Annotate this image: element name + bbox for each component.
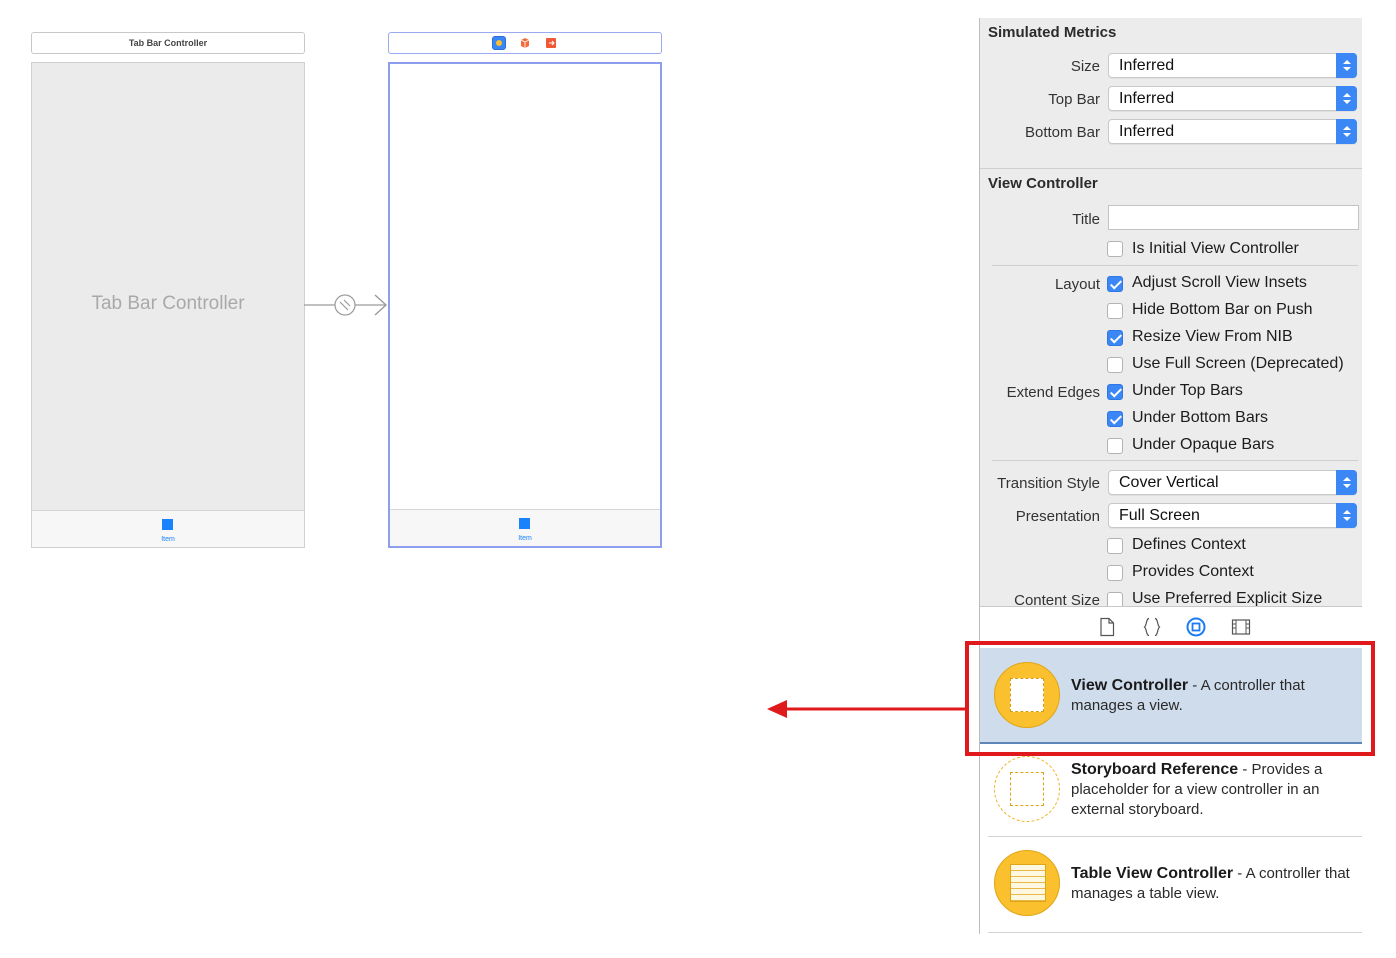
media-library-icon[interactable] xyxy=(1231,617,1251,637)
title-field[interactable] xyxy=(1108,205,1359,230)
tab-item-icon xyxy=(519,518,530,529)
popup-stepper-icon xyxy=(1336,86,1357,111)
under-opaque-bars-label: Under Opaque Bars xyxy=(1132,436,1275,453)
library-item-storyboard-reference[interactable]: Storyboard Reference - Provides a placeh… xyxy=(980,744,1362,836)
bottom-bar-popup-value: Inferred xyxy=(1119,123,1175,140)
under-bottom-bars-label: Under Bottom Bars xyxy=(1132,409,1269,426)
attributes-inspector: Simulated Metrics Size Inferred Top Bar … xyxy=(979,18,1362,606)
resize-from-nib-checkbox[interactable] xyxy=(1107,330,1123,346)
top-bar-popup[interactable]: Inferred xyxy=(1108,86,1357,111)
presentation-popup[interactable]: Full Screen xyxy=(1108,503,1357,528)
preferred-size-checkbox[interactable] xyxy=(1107,592,1123,606)
is-initial-label: Is Initial View Controller xyxy=(1132,240,1299,257)
size-popup-value: Inferred xyxy=(1119,57,1175,74)
tab-item-label: Item xyxy=(161,536,175,543)
popup-stepper-icon xyxy=(1336,53,1357,78)
full-screen-checkbox[interactable] xyxy=(1107,357,1123,373)
popup-stepper-icon xyxy=(1336,119,1357,144)
library-item-title: Storyboard Reference xyxy=(1071,761,1239,778)
first-responder-icon[interactable] xyxy=(518,36,532,50)
scene-title-label: Tab Bar Controller xyxy=(128,38,208,48)
exit-icon[interactable] xyxy=(544,36,558,50)
under-bottom-bars-checkbox[interactable] xyxy=(1107,411,1123,427)
highlight-box xyxy=(965,641,1375,756)
code-snippet-icon[interactable] xyxy=(1142,617,1162,637)
under-opaque-bars-checkbox[interactable] xyxy=(1107,438,1123,454)
adjust-scroll-insets-label: Adjust Scroll View Insets xyxy=(1132,274,1307,291)
file-template-icon[interactable] xyxy=(1097,617,1117,637)
provides-context-checkbox[interactable] xyxy=(1107,565,1123,581)
relationship-segue-arrow[interactable] xyxy=(304,290,390,320)
tab-bar-controller-scene[interactable]: Tab Bar Controller Item xyxy=(31,62,305,548)
tab-item-icon xyxy=(162,519,173,530)
storyboard-reference-icon xyxy=(994,756,1060,822)
size-label: Size xyxy=(1070,58,1100,75)
table-view-controller-icon xyxy=(994,850,1060,916)
annotation-arrow xyxy=(767,700,969,718)
transition-style-value: Cover Vertical xyxy=(1119,474,1219,491)
layout-label: Layout xyxy=(1054,276,1100,293)
top-bar-label: Top Bar xyxy=(1048,91,1100,108)
adjust-scroll-insets-checkbox[interactable] xyxy=(1107,276,1123,292)
transition-style-label: Transition Style xyxy=(997,475,1100,492)
is-initial-checkbox[interactable] xyxy=(1107,241,1123,257)
hide-bottom-bar-checkbox[interactable] xyxy=(1107,303,1123,319)
tab-bar: Item xyxy=(32,510,304,547)
resize-from-nib-label: Resize View From NIB xyxy=(1132,328,1293,345)
transition-style-popup[interactable]: Cover Vertical xyxy=(1108,470,1357,495)
presentation-value: Full Screen xyxy=(1119,507,1200,524)
under-top-bars-label: Under Top Bars xyxy=(1132,382,1243,399)
library-item-text: Storyboard Reference - Provides a placeh… xyxy=(1071,760,1353,820)
title-label: Title xyxy=(1072,211,1100,228)
view-controller-icon[interactable] xyxy=(492,36,506,50)
bottom-bar-popup[interactable]: Inferred xyxy=(1108,119,1357,144)
provides-context-label: Provides Context xyxy=(1132,563,1254,580)
object-library-icon[interactable] xyxy=(1186,617,1206,637)
section-divider xyxy=(980,168,1362,169)
defines-context-checkbox[interactable] xyxy=(1107,538,1123,554)
full-screen-label: Use Full Screen (Deprecated) xyxy=(1132,355,1344,372)
library-separator xyxy=(988,932,1362,933)
hide-bottom-bar-label: Hide Bottom Bar on Push xyxy=(1132,301,1313,318)
library-tab-bar xyxy=(979,606,1362,646)
top-bar-popup-value: Inferred xyxy=(1119,90,1175,107)
tab-bar-controller-scene-title[interactable]: Tab Bar Controller xyxy=(31,32,305,54)
extend-edges-label: Extend Edges xyxy=(1006,384,1100,401)
view-controller-heading: View Controller xyxy=(988,175,1098,192)
library-item-text: Table View Controller - A controller tha… xyxy=(1071,864,1353,904)
library-separator xyxy=(988,836,1362,837)
popup-stepper-icon xyxy=(1336,470,1357,495)
view-controller-scene[interactable]: Item xyxy=(388,62,662,548)
group-divider xyxy=(992,265,1358,266)
popup-stepper-icon xyxy=(1336,503,1357,528)
size-popup[interactable]: Inferred xyxy=(1108,53,1357,78)
scene-placeholder-label: Tab Bar Controller xyxy=(91,293,245,314)
content-size-label: Content Size xyxy=(1014,592,1100,606)
tab-item-label: Item xyxy=(518,535,532,542)
relationship-segue-icon xyxy=(334,294,356,316)
under-top-bars-checkbox[interactable] xyxy=(1107,384,1123,400)
library-item-table-view-controller[interactable]: Table View Controller - A controller tha… xyxy=(980,838,1362,932)
preferred-size-label: Use Preferred Explicit Size xyxy=(1132,590,1323,606)
bottom-bar-label: Bottom Bar xyxy=(1024,124,1100,141)
view-controller-scene-dock[interactable] xyxy=(388,32,662,54)
tab-bar: Item xyxy=(390,509,660,546)
simulated-metrics-heading: Simulated Metrics xyxy=(988,24,1117,41)
presentation-label: Presentation xyxy=(1015,508,1100,525)
defines-context-label: Defines Context xyxy=(1132,536,1246,553)
library-item-title: Table View Controller xyxy=(1071,865,1234,882)
group-divider xyxy=(992,460,1358,461)
